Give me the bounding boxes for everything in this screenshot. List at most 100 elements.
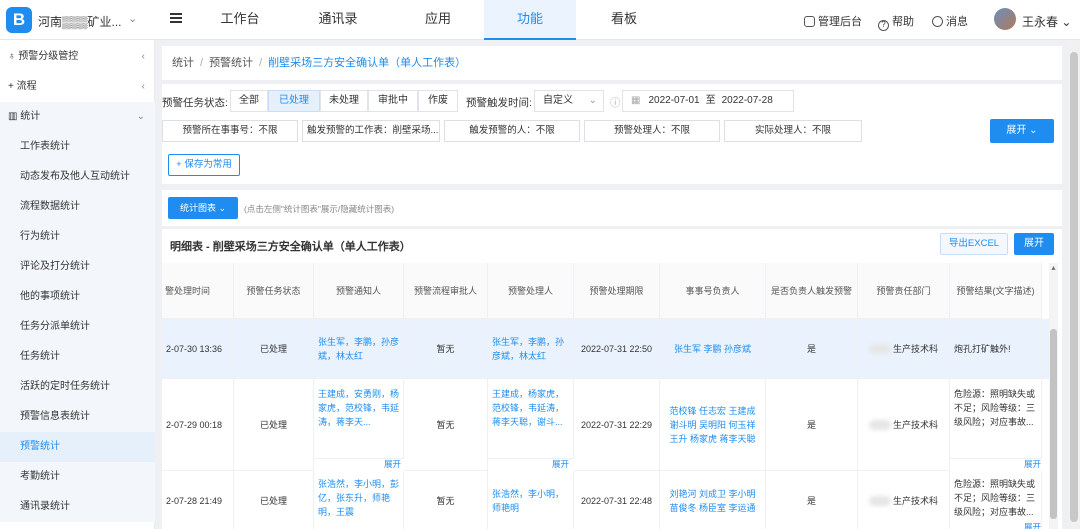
column-header-dept[interactable]: 预警责任部门	[858, 263, 950, 319]
expand-filters-button[interactable]: 展开 ⌄	[990, 119, 1054, 143]
cell-handler[interactable]: 张浩然，李小明，师艳明	[488, 471, 574, 529]
sidebar-item-behavior-stats[interactable]: 行为统计	[0, 222, 155, 252]
top-bar: B 河南▒▒▒矿业... ⌄ 工作台 通讯录 应用 功能 看板 管理后台 ? 帮助…	[0, 0, 1080, 40]
nav-tab-apps[interactable]: 应用	[398, 0, 478, 40]
calendar-icon: ▦	[631, 95, 641, 106]
sidebar-group-process[interactable]: + 流程 ‹	[0, 72, 155, 102]
scroll-up-icon[interactable]: ▲	[1050, 265, 1057, 272]
detail-table-panel: 明细表 - 削壁采场三方安全确认单（单人工作表） 导出EXCEL 展开 警处理时…	[162, 229, 1062, 529]
help-link[interactable]: ? 帮助	[878, 13, 914, 31]
cell-status: 已处理	[234, 319, 314, 379]
cell-owner[interactable]: 范校锋 任志宏 王建成 谢斗明 吴明阳 何玉祥 王升 杨家虎 蒋李天聪	[660, 379, 766, 471]
sidebar-item-contacts-stats[interactable]: 通讯录统计	[0, 492, 155, 522]
status-option-unprocessed[interactable]: 未处理	[320, 90, 368, 112]
avatar[interactable]	[994, 8, 1016, 30]
table-scrollbar-thumb[interactable]	[1050, 329, 1057, 519]
status-option-all[interactable]: 全部	[230, 90, 268, 112]
filter-chip-worksheet[interactable]: 触发预警的工作表：削壁采场...	[302, 120, 440, 142]
cell-owner[interactable]: 刘艳河 刘成卫 李小明 苗俊冬 杨臣室 李运通	[660, 471, 766, 529]
expand-link[interactable]: 展开	[552, 458, 569, 470]
cell-deadline: 2022-07-31 22:29	[574, 379, 660, 471]
table-scrollbar[interactable]: ▲	[1049, 263, 1058, 529]
user-name[interactable]: 王永春 ⌄	[1022, 13, 1071, 30]
cell-handle-time: 2-07-30 13:36	[162, 319, 234, 379]
nav-tab-workbench[interactable]: 工作台	[200, 0, 280, 40]
cell-notifier[interactable]: 张浩然，李小明，彭亿，张东升，师艳明，王震	[314, 471, 404, 529]
cell-owner-triggered: 是	[766, 471, 858, 529]
status-option-approving[interactable]: 审批中	[368, 90, 418, 112]
org-name[interactable]: 河南▒▒▒矿业...	[38, 13, 122, 30]
column-header-notifier[interactable]: 预警通知人	[314, 263, 404, 319]
nav-tab-contacts[interactable]: 通讯录	[298, 0, 378, 40]
status-option-processed[interactable]: 已处理	[268, 90, 320, 112]
cell-handle-time: 2-07-29 00:18	[162, 379, 234, 471]
column-header-handle-time[interactable]: 警处理时间	[162, 263, 234, 319]
cell-notifier[interactable]: 张生军，李鹏，孙彦斌，林太红	[314, 319, 404, 379]
sidebar-item-attendance-stats[interactable]: 考勤统计	[0, 462, 155, 492]
nav-tab-dashboard[interactable]: 看板	[584, 0, 664, 40]
cell-handler[interactable]: 张生军，李鹏，孙彦斌，林太红	[488, 319, 574, 379]
sidebar: ♁ 预警分级管控 ‹ + 流程 ‹ ▥ 统计 ⌄ 工作表统计 动态发布及他人互动统计 …	[0, 40, 155, 529]
time-mode-select[interactable]: 自定义 ⌄	[534, 90, 604, 112]
filter-chip-task-number[interactable]: 预警所在事事号：不限	[162, 120, 298, 142]
cell-handler[interactable]: 王建成，杨家虎，范校锋，韦延涛，蒋李天聪，谢斗...	[488, 379, 574, 459]
cell-dept: 生产技术科	[858, 471, 950, 529]
messages-link[interactable]: 消息	[932, 13, 968, 29]
sidebar-item-his-tasks-stats[interactable]: 他的事项统计	[0, 282, 155, 312]
sidebar-item-warning-info-stats[interactable]: 预警信息表统计	[0, 402, 155, 432]
breadcrumb-item[interactable]: 统计	[172, 57, 194, 69]
sidebar-item-worksheet-stats[interactable]: 工作表统计	[0, 132, 155, 162]
filter-chip-actual-handler[interactable]: 实际处理人：不限	[724, 120, 862, 142]
page-scrollbar[interactable]	[1068, 40, 1080, 529]
cell-notifier[interactable]: 王建成，安勇刚，杨家虎，范校锋，韦延涛，蒋李天...	[314, 379, 404, 459]
sidebar-item-scheduled-task-stats[interactable]: 活跃的定时任务统计	[0, 372, 155, 402]
expand-link[interactable]: 展开	[384, 458, 401, 470]
sidebar-group-warning-levels[interactable]: ♁ 预警分级管控 ‹	[0, 42, 155, 72]
sidebar-item-task-stats[interactable]: 任务统计	[0, 342, 155, 372]
page-scrollbar-thumb[interactable]	[1070, 52, 1078, 522]
cell-owner-triggered: 是	[766, 379, 858, 471]
sidebar-item-process-data-stats[interactable]: 流程数据统计	[0, 192, 155, 222]
column-header-owner[interactable]: 事事号负责人	[660, 263, 766, 319]
expand-link[interactable]: 展开	[1024, 458, 1041, 470]
org-switch-chevron-icon[interactable]: ⌄	[128, 12, 137, 25]
sidebar-group-statistics[interactable]: ▥ 统计 ⌄	[0, 102, 155, 132]
date-range-picker[interactable]: ▦ 2022-07-01 至 2022-07-28	[622, 90, 794, 112]
breadcrumb-current: 削壁采场三方安全确认单（单人工作表）	[268, 57, 467, 69]
sidebar-item-warning-stats[interactable]: 预警统计	[0, 432, 155, 462]
breadcrumb: 统计 / 预警统计 / 削壁采场三方安全确认单（单人工作表）	[162, 46, 1062, 80]
table-expand-button[interactable]: 展开	[1014, 233, 1054, 255]
admin-link[interactable]: 管理后台	[804, 13, 862, 29]
detail-table-title: 明细表 - 削壁采场三方安全确认单（单人工作表）	[170, 241, 411, 253]
help-icon: ?	[878, 20, 889, 31]
redacted-blur	[868, 419, 891, 430]
breadcrumb-item[interactable]: 预警统计	[209, 57, 253, 69]
export-excel-button[interactable]: 导出EXCEL	[940, 233, 1008, 255]
app-logo: B	[6, 7, 32, 33]
column-header-task-status[interactable]: 预警任务状态	[234, 263, 314, 319]
expand-link[interactable]: 展开	[1024, 521, 1041, 529]
column-header-result[interactable]: 预警结果(文字描述)	[950, 263, 1042, 319]
column-header-approver[interactable]: 预警流程审批人	[404, 263, 488, 319]
sidebar-item-dispatch-stats[interactable]: 任务分派单统计	[0, 312, 155, 342]
redacted-blur	[868, 343, 891, 354]
cell-owner[interactable]: 张生军 李鹏 孙彦斌	[660, 319, 766, 379]
chevron-down-icon: ⌄	[588, 95, 597, 106]
save-as-favorite-button[interactable]: + 保存为常用	[168, 154, 240, 176]
column-header-owner-triggered[interactable]: 是否负责人触发预警	[766, 263, 858, 319]
cell-status: 已处理	[234, 471, 314, 529]
filter-chip-trigger-person[interactable]: 触发预警的人：不限	[444, 120, 580, 142]
status-option-void[interactable]: 作废	[418, 90, 458, 112]
chart-toggle-button[interactable]: 统计图表 ⌄	[168, 197, 238, 219]
redacted-blur	[868, 495, 891, 506]
column-header-deadline[interactable]: 预警处理期限	[574, 263, 660, 319]
sidebar-item-comment-score-stats[interactable]: 评论及打分统计	[0, 252, 155, 282]
cell-result: 危险源：照明缺失或不足；风险等级：三级风险；对应事故...	[950, 379, 1042, 459]
column-header-handler[interactable]: 预警处理人	[488, 263, 574, 319]
nav-tab-functions[interactable]: 功能	[484, 0, 576, 40]
cell-handle-time: 2-07-28 21:49	[162, 471, 234, 529]
menu-toggle-icon[interactable]	[170, 13, 182, 23]
sidebar-item-post-interaction-stats[interactable]: 动态发布及他人互动统计	[0, 162, 155, 192]
filter-chip-handler[interactable]: 预警处理人：不限	[584, 120, 720, 142]
cell-approver: 暂无	[404, 471, 488, 529]
